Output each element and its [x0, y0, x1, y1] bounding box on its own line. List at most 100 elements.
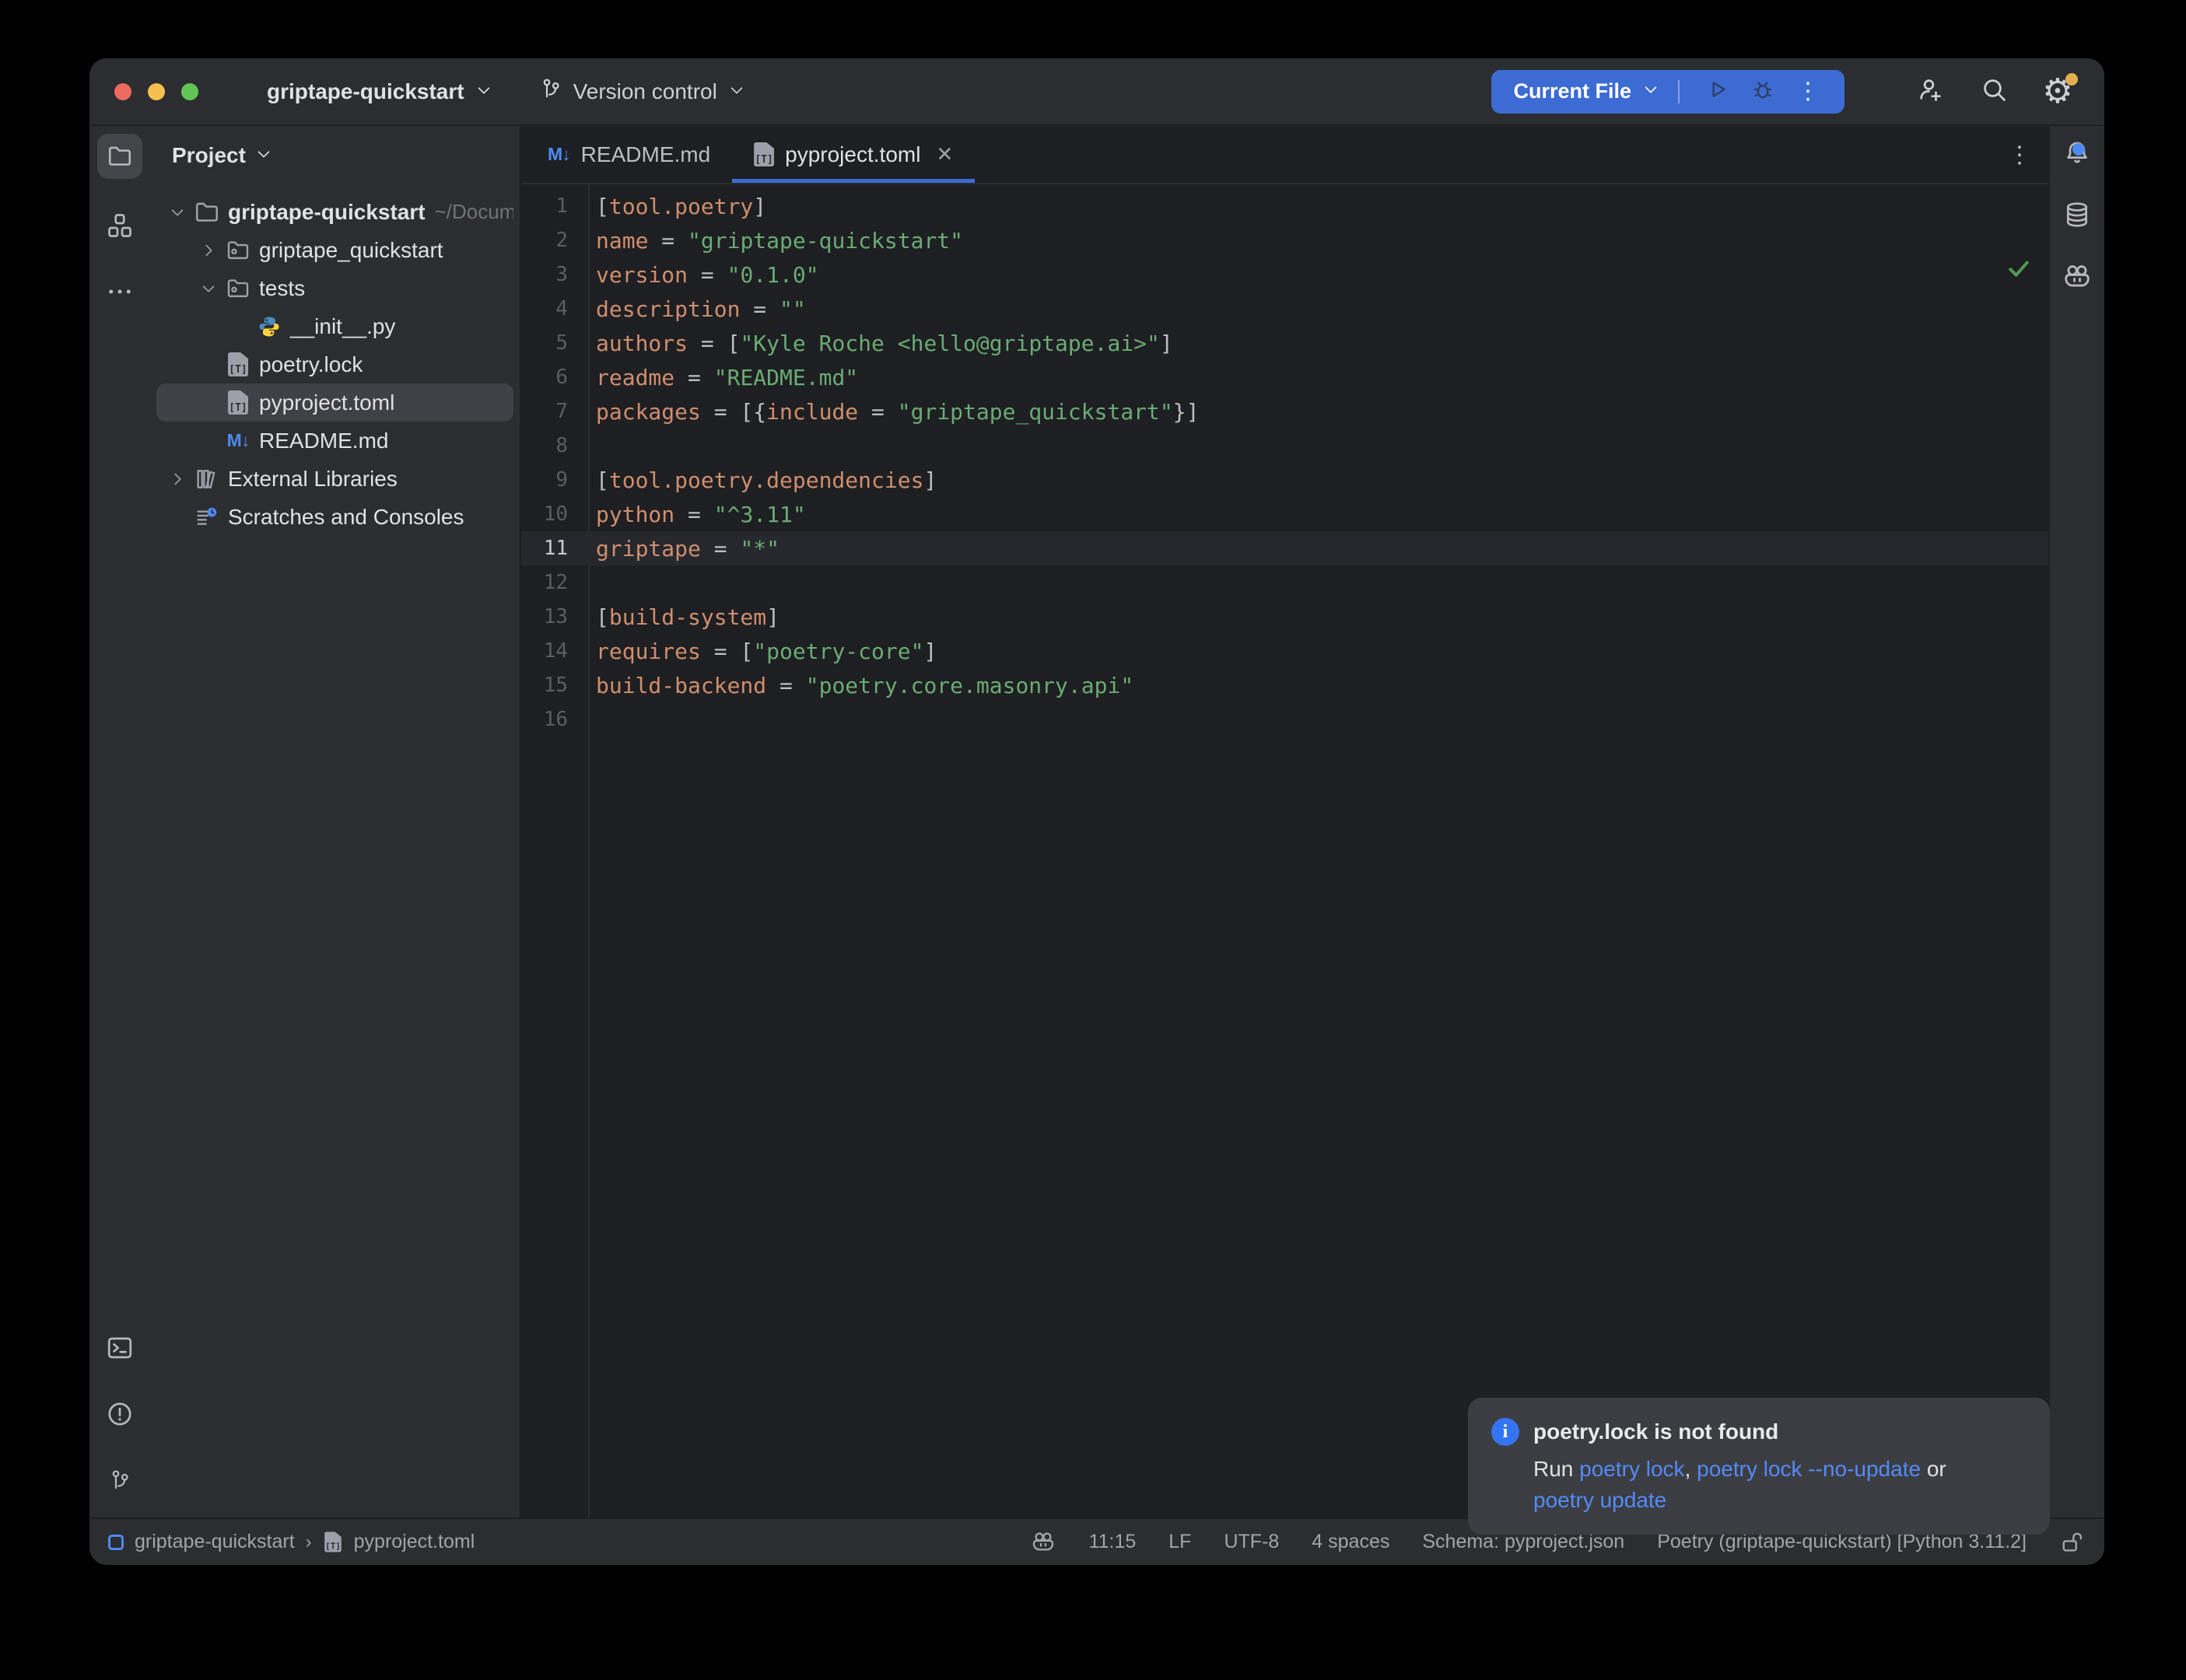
code-line-2[interactable]: 2name = "griptape-quickstart": [521, 223, 2048, 257]
code-line-8[interactable]: 8: [521, 429, 2048, 463]
debug-button[interactable]: [1740, 70, 1785, 114]
code-token: =: [701, 399, 741, 425]
markdown-file-icon: M↓: [227, 430, 250, 451]
close-window-button[interactable]: [114, 83, 131, 100]
tree-item-pyproject-toml[interactable]: [T] pyproject.toml: [156, 383, 513, 422]
line-number: 2: [521, 229, 568, 252]
project-panel-header[interactable]: Project: [150, 126, 520, 185]
code-line-12[interactable]: 12: [521, 565, 2048, 600]
database-icon: [2063, 201, 2091, 233]
tab-label: README.md: [581, 142, 710, 167]
editor-tab-bar: M↓README.md[T]pyproject.toml✕⋮: [521, 126, 2048, 184]
code-line-11[interactable]: 11griptape = "*": [521, 531, 2048, 565]
chevron-down-icon: [728, 79, 745, 104]
tree-item-label: README.md: [259, 429, 388, 453]
tab-options-button[interactable]: ⋮: [2008, 126, 2031, 184]
code-line-10[interactable]: 10python = "^3.11": [521, 497, 2048, 531]
code-token: =: [740, 296, 779, 322]
code-token: description: [596, 296, 740, 322]
inspection-ok-icon[interactable]: [2006, 256, 2031, 284]
code-token: requires: [596, 639, 701, 664]
database-toolwindow-button[interactable]: [2063, 202, 2091, 230]
code-token: authors: [596, 331, 688, 356]
breadcrumb-file[interactable]: pyproject.toml: [354, 1531, 475, 1553]
tree-item-label: pyproject.toml: [259, 390, 394, 415]
link-poetry-update[interactable]: poetry update: [1533, 1488, 1666, 1512]
status-indent[interactable]: 4 spaces: [1312, 1531, 1389, 1553]
tree-item-external-libraries[interactable]: External Libraries: [156, 460, 513, 498]
chevron-down-icon[interactable]: [163, 204, 192, 221]
close-tab-icon[interactable]: ✕: [936, 142, 953, 166]
code-editor[interactable]: 1[tool.poetry]2name = "griptape-quicksta…: [521, 184, 2048, 1517]
chevron-right-icon[interactable]: [163, 471, 192, 488]
line-number: 11: [521, 537, 568, 560]
problems-toolwindow-button[interactable]: [104, 1400, 135, 1431]
project-panel-title: Project: [172, 143, 246, 168]
structure-toolwindow-button[interactable]: [104, 212, 135, 243]
zoom-window-button[interactable]: [181, 83, 198, 100]
run-configuration-selector[interactable]: Current File: [1513, 79, 1659, 103]
code-token: "README.md": [714, 365, 858, 390]
breadcrumb-project[interactable]: griptape-quickstart: [135, 1531, 295, 1553]
tree-item-poetry-lock[interactable]: [T]poetry.lock: [156, 345, 513, 383]
notification-popup[interactable]: i poetry.lock is not found Run poetry lo…: [1468, 1398, 2050, 1535]
more-run-actions-button[interactable]: ⋮: [1785, 70, 1830, 114]
left-tool-strip: [89, 126, 150, 1517]
link-poetry-lock[interactable]: poetry lock: [1579, 1457, 1684, 1481]
notifications-button[interactable]: [2063, 140, 2091, 168]
code-line-13[interactable]: 13[build-system]: [521, 600, 2048, 634]
toml-file-icon: [T]: [228, 390, 248, 415]
tree-item-griptape_quickstart[interactable]: griptape_quickstart: [156, 231, 513, 269]
title-bar: griptape-quickstart Version control Curr…: [89, 58, 2104, 124]
tree-item-scratches-and-consoles[interactable]: Scratches and Consoles: [156, 498, 513, 536]
status-cursor-position[interactable]: 11:15: [1089, 1531, 1137, 1553]
code-token: [: [596, 604, 609, 630]
ai-assistant-status-icon[interactable]: [1030, 1529, 1056, 1556]
vcs-toolwindow-button[interactable]: [104, 1466, 135, 1497]
settings-button[interactable]: ⚙: [2033, 67, 2083, 117]
main-area: Project griptape-quickstart~/Documegript…: [89, 124, 2104, 1519]
code-line-16[interactable]: 16: [521, 702, 2048, 737]
minimize-window-button[interactable]: [148, 83, 165, 100]
ai-assistant-button[interactable]: [2063, 264, 2091, 292]
tab-pyproject-toml[interactable]: [T]pyproject.toml✕: [732, 126, 975, 183]
tab-readme-md[interactable]: M↓README.md: [526, 126, 732, 183]
tree-item-__init__-py[interactable]: __init__.py: [156, 307, 513, 345]
run-button[interactable]: [1695, 70, 1740, 114]
vcs-widget[interactable]: Version control: [539, 77, 745, 106]
code-line-4[interactable]: 4description = "": [521, 292, 2048, 326]
tree-item-tests[interactable]: tests: [156, 269, 513, 307]
more-toolwindows-button[interactable]: [104, 278, 135, 309]
code-token: =: [674, 365, 714, 390]
add-user-button[interactable]: [1905, 67, 1955, 117]
code-line-15[interactable]: 15build-backend = "poetry.core.masonry.a…: [521, 668, 2048, 702]
tree-item-griptape-quickstart[interactable]: griptape-quickstart~/Docume: [156, 193, 513, 231]
notification-text: ,: [1685, 1457, 1697, 1481]
line-number: 8: [521, 434, 568, 457]
code-line-7[interactable]: 7packages = [{include = "griptape_quicks…: [521, 394, 2048, 429]
code-token: name: [596, 228, 648, 254]
search-everywhere-button[interactable]: [1969, 67, 2019, 117]
chevron-right-icon[interactable]: [194, 242, 223, 259]
tree-item-label: griptape-quickstart: [228, 200, 426, 225]
code-line-3[interactable]: 3version = "0.1.0": [521, 257, 2048, 292]
status-line-separator[interactable]: LF: [1168, 1531, 1191, 1553]
code-line-5[interactable]: 5authors = ["Kyle Roche <hello@griptape.…: [521, 326, 2048, 360]
code-line-6[interactable]: 6readme = "README.md": [521, 360, 2048, 394]
project-widget[interactable]: griptape-quickstart: [267, 79, 492, 104]
play-icon: [1705, 77, 1730, 106]
line-number: 16: [521, 708, 568, 731]
code-line-9[interactable]: 9[tool.poetry.dependencies]: [521, 463, 2048, 497]
tree-item-readme-md[interactable]: M↓ README.md: [156, 422, 513, 460]
tab-label: pyproject.toml: [785, 142, 920, 167]
terminal-toolwindow-button[interactable]: [104, 1334, 135, 1365]
unlock-icon[interactable]: [2059, 1529, 2086, 1556]
code-token: build-backend: [596, 673, 766, 698]
link-poetry-lock-no-update[interactable]: poetry lock --no-update: [1697, 1457, 1921, 1481]
code-token: packages: [596, 399, 701, 425]
project-toolwindow-button[interactable]: [97, 134, 142, 179]
code-line-14[interactable]: 14requires = ["poetry-core"]: [521, 634, 2048, 668]
code-line-1[interactable]: 1[tool.poetry]: [521, 189, 2048, 223]
chevron-down-icon[interactable]: [194, 280, 223, 297]
status-encoding[interactable]: UTF-8: [1224, 1531, 1279, 1553]
